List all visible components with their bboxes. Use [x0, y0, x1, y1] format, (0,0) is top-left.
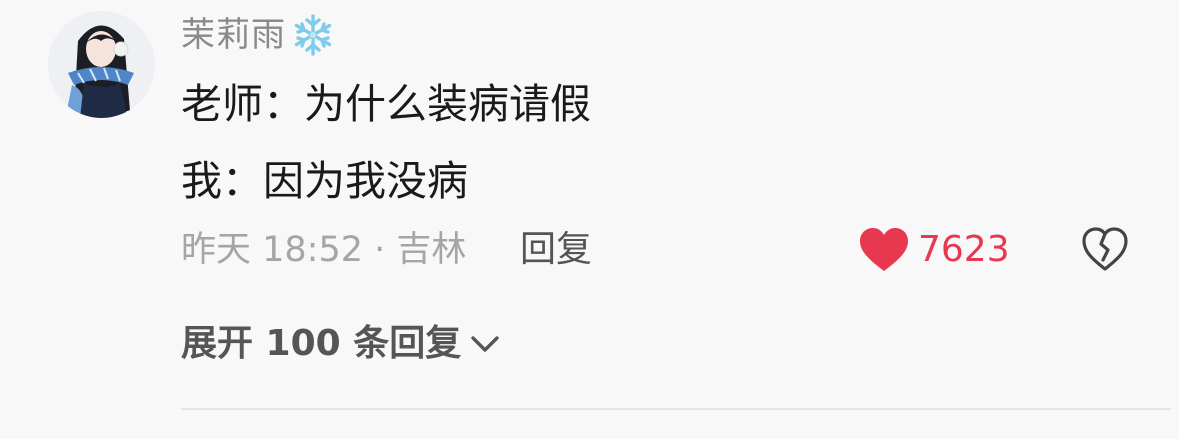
reply-button[interactable]: 回复 [520, 227, 592, 273]
comment-meta: 昨天 18:52 · 吉林 [181, 230, 467, 270]
username[interactable]: 茉莉雨 [181, 12, 286, 58]
like-button[interactable]: 7623 [858, 222, 1010, 278]
chevron-down-icon [471, 336, 499, 352]
avatar[interactable] [48, 11, 155, 118]
comment-item: 茉莉雨 老师：为什么装病请假 我：因为我没病 昨天 18:52 · 吉林 回复 … [0, 0, 1179, 439]
heart-icon [860, 228, 908, 271]
expand-replies-button[interactable]: 展开 100 条回复 [181, 318, 503, 370]
avatar-image [48, 11, 155, 118]
snowflake-icon [294, 14, 332, 56]
like-count: 7623 [918, 229, 1010, 270]
broken-heart-icon[interactable] [1080, 224, 1130, 274]
divider [181, 408, 1171, 410]
expand-replies-label: 展开 100 条回复 [181, 323, 462, 364]
username-row: 茉莉雨 [181, 12, 336, 58]
comment-text-line-2: 我：因为我没病 [181, 157, 468, 205]
comment-text-line-1: 老师：为什么装病请假 [181, 80, 591, 128]
